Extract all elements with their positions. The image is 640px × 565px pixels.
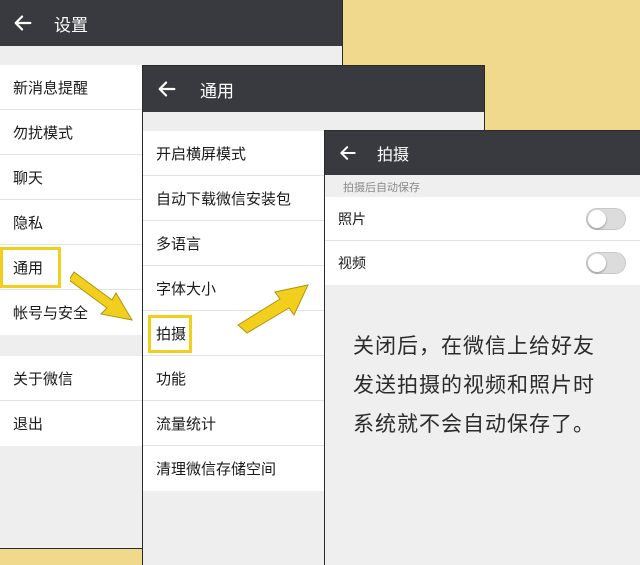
pointer-arrow-1	[70, 271, 133, 321]
item-label: 勿扰模式	[13, 123, 74, 142]
back-arrow-icon[interactable]	[338, 143, 358, 163]
capture-item-video: 视频	[325, 241, 640, 285]
settings-title: 设置	[54, 15, 88, 36]
item-label: 关于微信	[13, 369, 74, 388]
highlight-box	[148, 315, 192, 353]
video-toggle[interactable]	[586, 252, 626, 274]
item-label: 照片	[338, 211, 366, 228]
item-label: 聊天	[13, 168, 44, 187]
pointer-arrow-2	[237, 284, 309, 334]
back-arrow-icon[interactable]	[12, 12, 34, 34]
general-title: 通用	[200, 81, 234, 102]
capture-item-photo: 照片	[325, 197, 640, 241]
item-label: 隐私	[13, 213, 44, 232]
item-label: 新消息提醒	[13, 78, 89, 97]
note-line: 关闭后，在微信上给好友	[353, 334, 595, 358]
capture-title: 拍摄	[377, 145, 410, 164]
photo-toggle[interactable]	[586, 207, 626, 230]
note-line: 系统就不会自动保存了。	[353, 412, 595, 436]
note-line: 发送拍摄的视频和照片时	[353, 373, 595, 397]
highlight-box	[0, 247, 61, 288]
item-label: 字体大小	[156, 279, 217, 298]
item-label: 视频	[338, 256, 366, 272]
item-label: 清理微信存储空间	[156, 460, 277, 478]
item-label: 开启横屏模式	[156, 144, 247, 163]
item-label: 流量统计	[156, 414, 217, 433]
item-label: 多语言	[156, 234, 202, 253]
capture-header: 拍摄	[325, 131, 640, 175]
settings-header: 设置	[0, 0, 342, 46]
back-arrow-icon[interactable]	[156, 78, 178, 100]
item-label: 自动下载微信安装包	[156, 189, 292, 208]
capture-list: 照片 视频	[325, 197, 640, 285]
explanation-note: 关闭后，在微信上给好友 发送拍摄的视频和照片时 系统就不会自动保存了。	[353, 327, 595, 444]
item-label: 功能	[156, 369, 187, 388]
item-label: 退出	[13, 415, 44, 433]
section-label: 拍摄后自动保存	[343, 181, 420, 194]
general-header: 通用	[143, 66, 484, 112]
